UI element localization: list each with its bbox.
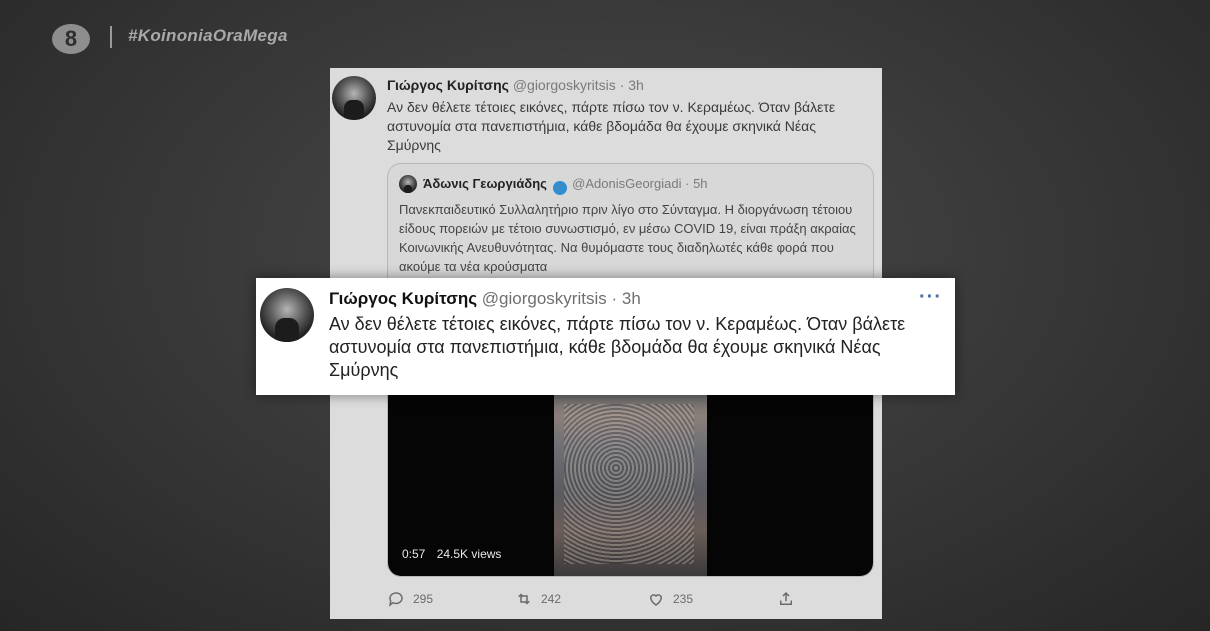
zoom-avatar[interactable] bbox=[260, 288, 314, 342]
tweet-text: Αν δεν θέλετε τέτοιες εικόνες, πάρτε πίσ… bbox=[387, 99, 836, 153]
quoted-avatar[interactable] bbox=[399, 175, 417, 193]
reply-count: 295 bbox=[413, 592, 434, 606]
retweet-count: 242 bbox=[541, 592, 562, 606]
share-icon bbox=[780, 591, 792, 605]
quoted-tweet-text: Πανεκπαιδευτικό Συλλαλητήριο πριν λίγο σ… bbox=[399, 202, 856, 274]
quoted-author-name[interactable]: Άδωνις Γεωργιάδης bbox=[423, 176, 547, 191]
like-count: 235 bbox=[673, 592, 694, 606]
quoted-time-separator: · bbox=[685, 176, 690, 191]
like-button[interactable]: 235 bbox=[647, 590, 693, 608]
heart-icon bbox=[649, 594, 663, 606]
zoom-tweet-text: Αν δεν θέλετε τέτοιες εικόνες, πάρτε πίσ… bbox=[329, 314, 906, 380]
reply-button[interactable]: 295 bbox=[387, 590, 433, 608]
tweet-header: Γιώργος Κυρίτσης @giorgoskyritsis · 3h bbox=[387, 77, 644, 93]
share-button[interactable] bbox=[777, 590, 795, 608]
zoom-author-handle[interactable]: @giorgoskyritsis bbox=[482, 289, 607, 308]
quoted-header: Άδωνις Γεωργιάδης ✓ @AdonisGeorgiadi · 5… bbox=[423, 176, 708, 195]
author-handle[interactable]: @giorgoskyritsis bbox=[513, 77, 616, 93]
highlighted-tweet: Γιώργος Κυρίτσης @giorgoskyritsis · 3h ·… bbox=[256, 278, 955, 395]
retweet-icon bbox=[518, 593, 530, 605]
zoom-author-name[interactable]: Γιώργος Κυρίτσης bbox=[329, 289, 477, 308]
verified-badge-icon: ✓ bbox=[552, 181, 567, 195]
quoted-tweet-time[interactable]: 5h bbox=[693, 176, 707, 191]
quoted-author-handle[interactable]: @AdonisGeorgiadi bbox=[572, 176, 681, 191]
channel-logo: 8 bbox=[52, 24, 90, 54]
video-player[interactable]: 0:57 24.5K views bbox=[388, 394, 873, 576]
avatar[interactable] bbox=[332, 76, 376, 120]
zoom-time-separator: · bbox=[611, 289, 618, 308]
tweet-actions: 295 242 235 bbox=[387, 587, 857, 611]
tweet-time[interactable]: 3h bbox=[628, 77, 644, 93]
logo-divider bbox=[110, 26, 112, 48]
author-name[interactable]: Γιώργος Κυρίτσης bbox=[387, 77, 509, 93]
zoom-tweet-time[interactable]: 3h bbox=[622, 289, 641, 308]
video-meta: 0:57 24.5K views bbox=[402, 547, 509, 561]
retweet-button[interactable]: 242 bbox=[515, 590, 561, 608]
more-options-icon[interactable]: ··· bbox=[919, 286, 942, 309]
reply-icon bbox=[388, 592, 403, 607]
video-views: 24.5K views bbox=[436, 547, 502, 561]
video-duration: 0:57 bbox=[402, 547, 426, 561]
video-thumbnail[interactable] bbox=[554, 394, 707, 576]
zoom-tweet-header: Γιώργος Κυρίτσης @giorgoskyritsis · 3h bbox=[329, 289, 641, 309]
show-hashtag: #KoinoniaOraMega bbox=[128, 26, 288, 45]
time-separator: · bbox=[619, 77, 625, 93]
